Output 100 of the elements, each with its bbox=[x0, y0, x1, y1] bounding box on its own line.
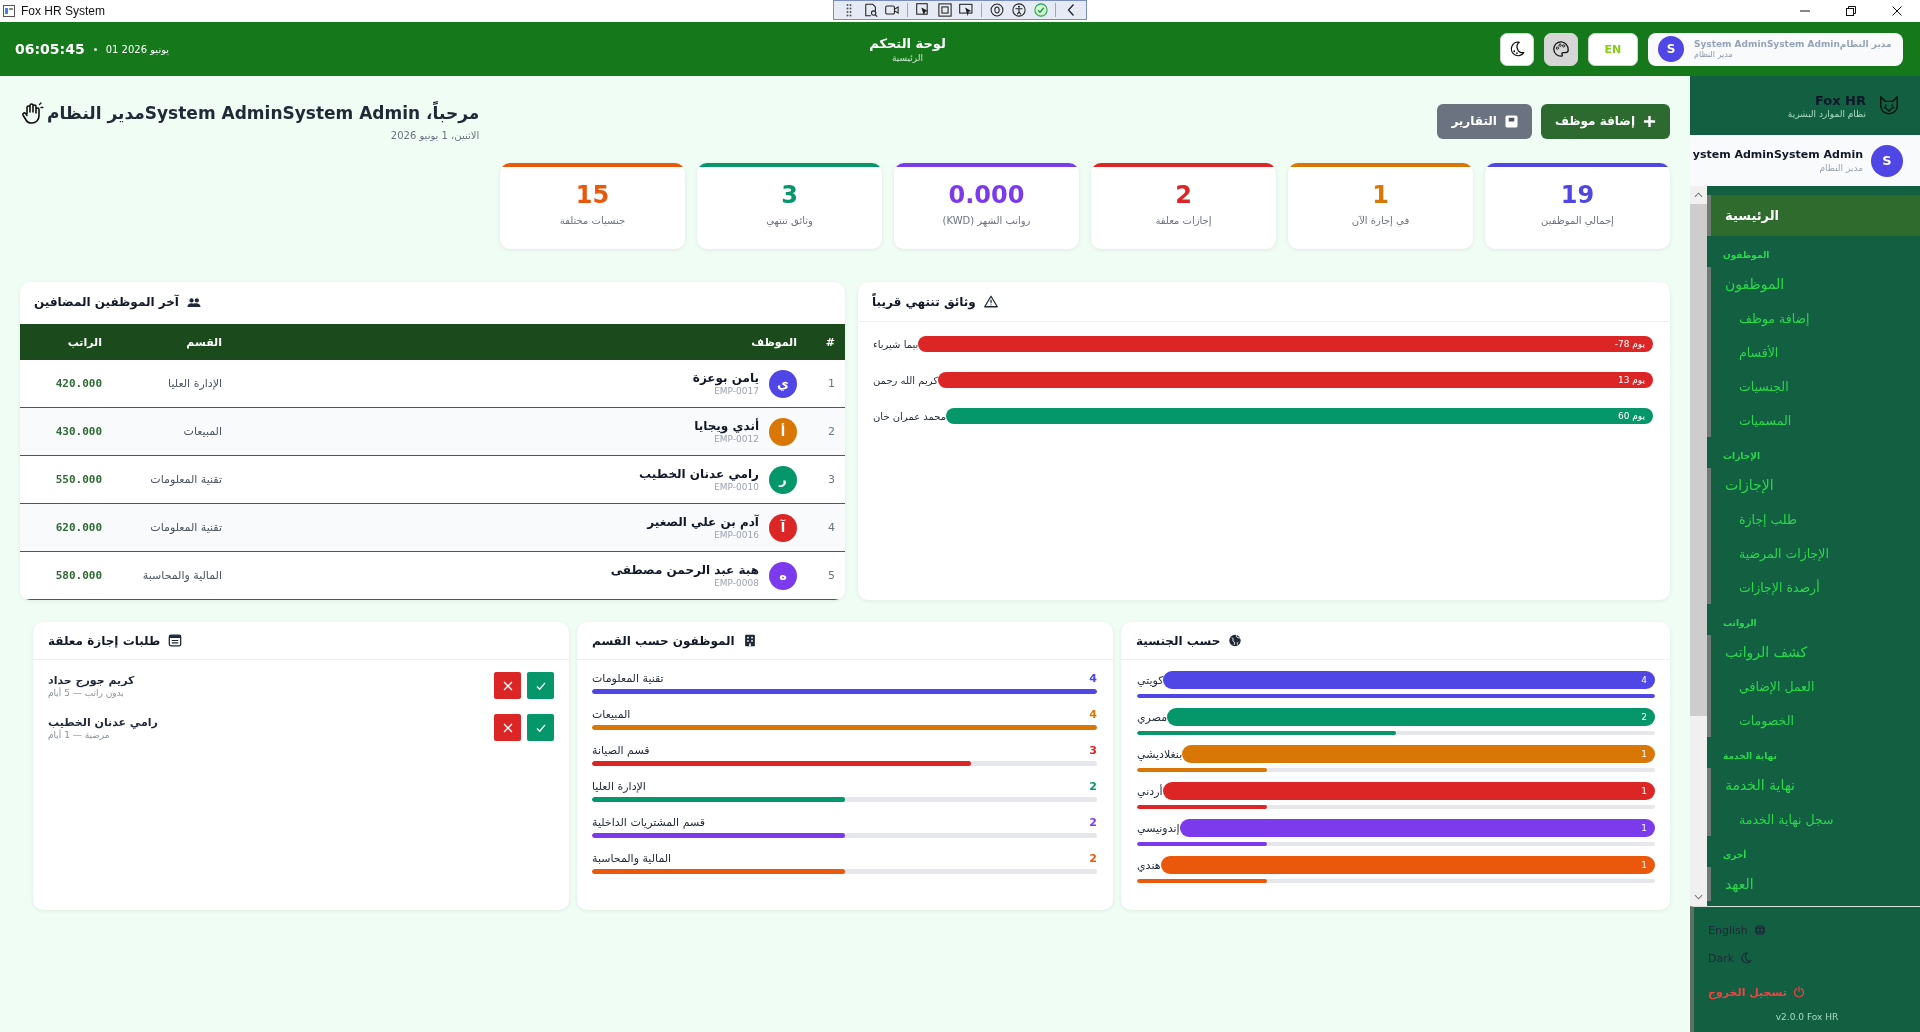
nav-item[interactable]: نهاية الخدمة bbox=[1707, 768, 1920, 802]
employee-count: 3 bbox=[1089, 743, 1097, 757]
accessibility-icon[interactable] bbox=[1011, 3, 1026, 17]
department-cell-text: المبيعات bbox=[182, 425, 223, 438]
add-employee-button[interactable]: إضافة موظف bbox=[1540, 103, 1670, 139]
nav-item[interactable]: الموظفون bbox=[1707, 267, 1920, 301]
row-number: 5 bbox=[827, 569, 836, 582]
stat-label: رواتب الشهر (KWD) bbox=[942, 215, 1031, 226]
panel-title: الموظفون حسب القسم bbox=[592, 633, 735, 648]
department-label: الإدارة العليا bbox=[592, 779, 646, 793]
panel-title: آخر الموظفين المضافين bbox=[34, 295, 179, 309]
nav-subitem[interactable]: العمل الإضافي bbox=[1707, 669, 1920, 703]
nav-subitem[interactable]: أرصدة الإجازات bbox=[1707, 570, 1920, 604]
square-frame-icon[interactable] bbox=[937, 3, 952, 17]
avatar: آ bbox=[769, 513, 797, 542]
cursor-screen-icon[interactable] bbox=[959, 3, 974, 17]
employee-name: أندي ويجايا bbox=[694, 419, 759, 433]
video-camera-icon[interactable] bbox=[885, 3, 900, 17]
column-header: الموظف bbox=[750, 335, 797, 349]
row-number: 3 bbox=[827, 473, 836, 486]
nav-section-label: أخرى bbox=[1722, 848, 1748, 863]
department-label: قسم المشتريات الداخلية bbox=[592, 815, 706, 829]
nationality-label: مصري bbox=[1137, 710, 1168, 724]
leave-detail: بدون راتب — 5 أيام bbox=[48, 687, 124, 698]
user-role: مدير النظام bbox=[1819, 163, 1863, 173]
check-icon bbox=[535, 680, 546, 691]
nav-subitem[interactable]: المسميات bbox=[1707, 403, 1920, 437]
check-circle-icon[interactable] bbox=[1033, 3, 1048, 17]
scroll-down-icon[interactable] bbox=[1694, 894, 1703, 900]
reject-button[interactable] bbox=[494, 672, 521, 699]
dark-mode-button[interactable] bbox=[1500, 32, 1534, 66]
panel-title: وثائق تنتهي قريباً bbox=[872, 294, 976, 309]
nav-subitem[interactable]: الجنسيات bbox=[1707, 369, 1920, 403]
column-header: # bbox=[824, 335, 836, 349]
app-window-icon bbox=[3, 5, 15, 17]
reject-button[interactable] bbox=[494, 714, 521, 741]
nav-subitem[interactable]: إضافة موظف bbox=[1707, 301, 1920, 335]
department-cell-text: المالية والمحاسبة bbox=[141, 569, 223, 582]
nationality-label: إندونيسي bbox=[1137, 821, 1180, 835]
employee-name: يامن بوعزة bbox=[692, 371, 759, 385]
avatar: ه bbox=[769, 561, 797, 590]
plus-icon bbox=[1643, 114, 1656, 128]
nav-item[interactable]: العهد bbox=[1707, 867, 1920, 901]
stat-value: 2 bbox=[1175, 180, 1192, 210]
stat-label: جنسيات مختلفة bbox=[559, 215, 626, 226]
nav-section-label: نهاية الخدمة bbox=[1722, 750, 1778, 764]
people-icon bbox=[186, 295, 201, 309]
nav-subitem[interactable]: الخصومات bbox=[1707, 703, 1920, 737]
nav-subitem[interactable]: الإجازات المرضية bbox=[1707, 536, 1920, 570]
department-label: قسم الصيانة bbox=[592, 743, 650, 757]
reports-button[interactable]: التقارير bbox=[1437, 103, 1532, 139]
nav-subitem[interactable]: الأقسام bbox=[1707, 335, 1920, 369]
close-icon bbox=[502, 680, 513, 691]
scrollbar[interactable] bbox=[1690, 186, 1707, 906]
scroll-up-icon[interactable] bbox=[1694, 192, 1703, 198]
stat-value: 3 bbox=[781, 180, 798, 210]
department-label: المبيعات bbox=[592, 707, 631, 721]
restore-icon bbox=[1846, 6, 1856, 16]
expiry-bar: -78 يوم bbox=[918, 336, 1653, 352]
nav-section-label: الإجازات bbox=[1722, 450, 1761, 464]
avatar: ي bbox=[769, 369, 797, 398]
panel-title: حسب الجنسية bbox=[1136, 633, 1221, 648]
nav-item[interactable]: كشف الرواتب bbox=[1707, 635, 1920, 669]
brand-name: Fox HR bbox=[1814, 92, 1866, 108]
expiry-bar: 13 يوم bbox=[938, 372, 1653, 388]
nav-subitem[interactable]: سجل نهاية الخدمة bbox=[1707, 802, 1920, 836]
count-bar: 1 bbox=[1182, 745, 1655, 763]
employee-name: محمد عمران خان bbox=[873, 410, 947, 422]
breadcrumb: الرئيسية bbox=[891, 52, 924, 63]
cursor-select-icon[interactable] bbox=[915, 3, 930, 17]
row-number: 4 bbox=[827, 521, 836, 534]
approve-button[interactable] bbox=[527, 672, 554, 699]
salary-cell-text: 620.000 bbox=[54, 521, 103, 534]
date-text: الاثنين، 1 يونيو 2026 bbox=[390, 130, 480, 141]
employee-name: رامي عدنان الخطيب bbox=[48, 715, 158, 729]
separator-dot-icon bbox=[93, 47, 97, 51]
inspect-document-icon[interactable] bbox=[863, 3, 878, 17]
approve-button[interactable] bbox=[527, 714, 554, 741]
employee-name: آدم بن علي الصغير bbox=[647, 515, 759, 529]
nav-item[interactable]: الإجازات bbox=[1707, 468, 1920, 502]
globe-icon bbox=[1228, 634, 1243, 647]
ring-icon[interactable] bbox=[990, 3, 1004, 17]
department-cell-text: تقنية المعلومات bbox=[149, 521, 223, 534]
employee-code: EMP-0016 bbox=[714, 530, 759, 540]
brand-subtitle: نظام الموارد البشرية bbox=[1787, 108, 1866, 119]
nav-section-label: الرواتب bbox=[1722, 617, 1758, 631]
employee-name: هبة عبد الرحمن مصطفى bbox=[610, 563, 759, 577]
nav-item[interactable]: الرئيسية bbox=[1707, 195, 1920, 236]
nav-subitem[interactable]: طلب إجازة bbox=[1707, 502, 1920, 536]
theme-palette-button[interactable] bbox=[1544, 32, 1578, 66]
palette-icon bbox=[1552, 40, 1570, 58]
row-number: 1 bbox=[827, 377, 836, 390]
user-role: مدير النظام bbox=[1694, 50, 1733, 59]
employee-code: EMP-0010 bbox=[714, 482, 759, 492]
scrollbar-thumb[interactable] bbox=[1690, 204, 1707, 716]
nationality-label: هندي bbox=[1137, 858, 1161, 872]
date-text: 01 يونيو 2026 bbox=[105, 43, 170, 55]
employee-name: كريم الله رحمن bbox=[873, 374, 938, 386]
report-icon bbox=[1504, 114, 1518, 128]
stat-value: 0.000 bbox=[948, 180, 1025, 210]
